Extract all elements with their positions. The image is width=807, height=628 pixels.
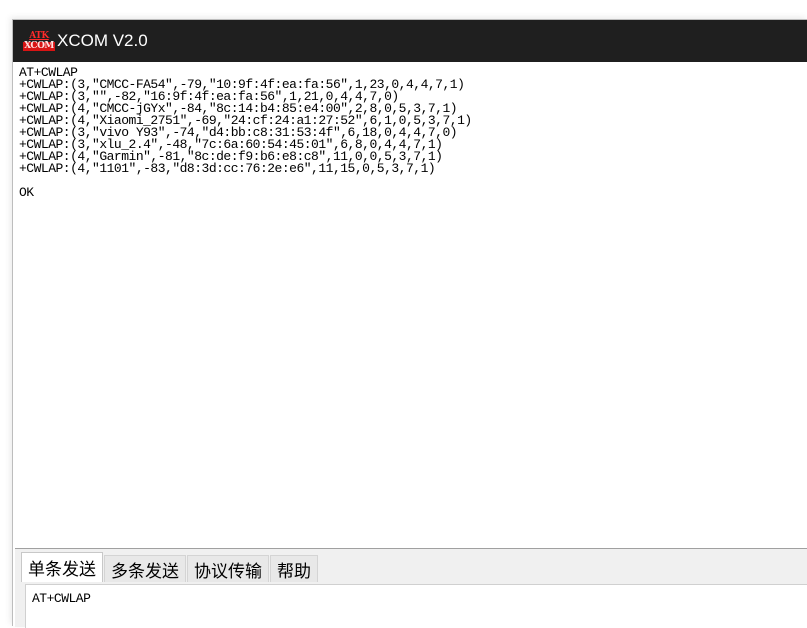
send-panel: 单条发送 多条发送 协议传输 帮助 AT+CWLAP — [15, 548, 807, 628]
tab-protocol-transfer[interactable]: 协议传输 — [187, 555, 269, 582]
receive-output[interactable]: AT+CWLAP +CWLAP:(3,"CMCC-FA54",-79,"10:9… — [15, 63, 807, 199]
xcom-window: ATK XCOM XCOM V2.0 AT+CWLAP +CWLAP:(3,"C… — [12, 19, 807, 628]
title-bar[interactable]: ATK XCOM XCOM V2.0 — [13, 20, 807, 62]
logo-text-bottom: XCOM — [23, 40, 55, 51]
xcom-logo-icon: ATK XCOM — [23, 30, 55, 52]
tab-multi-send[interactable]: 多条发送 — [104, 555, 186, 582]
send-input[interactable]: AT+CWLAP — [25, 584, 807, 628]
send-input-value: AT+CWLAP — [32, 591, 91, 606]
tab-help[interactable]: 帮助 — [270, 555, 318, 582]
send-tabs: 单条发送 多条发送 协议传输 帮助 — [21, 552, 319, 582]
window-title: XCOM V2.0 — [57, 31, 148, 50]
tab-single-send[interactable]: 单条发送 — [21, 552, 103, 582]
logo-text-top: ATK — [29, 30, 49, 41]
receive-text-area[interactable]: AT+CWLAP +CWLAP:(3,"CMCC-FA54",-79,"10:9… — [15, 63, 807, 548]
